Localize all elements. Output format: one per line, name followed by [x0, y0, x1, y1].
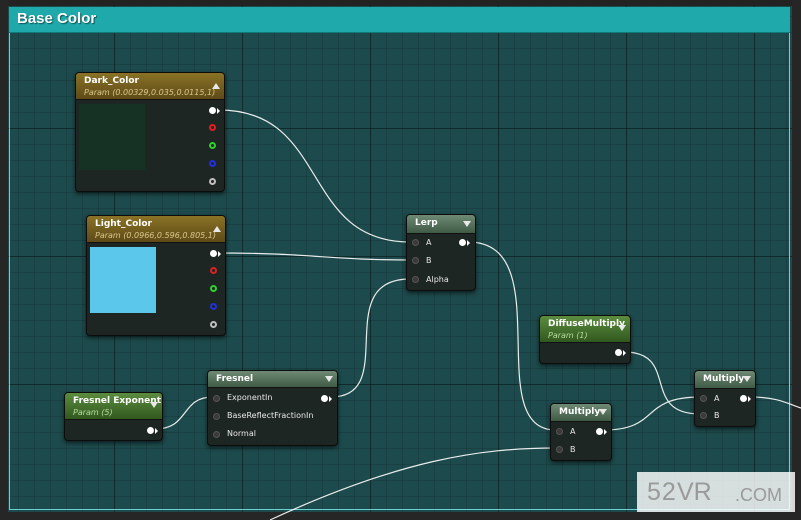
pin-label: BaseReflectFractionIn [227, 411, 314, 420]
output-pin-g[interactable] [209, 142, 216, 149]
node-diffuse-multiply[interactable]: DiffuseMultiply Param (1) [539, 315, 631, 364]
node-subtitle: Param (5) [73, 408, 113, 417]
node-header[interactable]: Multiply [551, 404, 611, 422]
output-pin-arrow-icon [467, 240, 470, 246]
node-title: Fresnel Exponent [73, 396, 162, 406]
node-multiply-1[interactable]: Multiply A B [550, 403, 612, 461]
wire-fresnel-exponent-to-fresnel [154, 396, 214, 430]
output-pin[interactable] [147, 427, 154, 434]
node-subtitle: Param (0.00329,0.035,0.0115,1) [84, 88, 216, 97]
output-pin-rgb[interactable] [210, 250, 217, 257]
node-header[interactable]: Fresnel Exponent Param (5) [65, 393, 162, 420]
dropdown-arrow-icon[interactable] [150, 402, 158, 408]
node-lerp[interactable]: Lerp A B Alpha [406, 214, 476, 291]
pin-label: B [570, 445, 576, 454]
dropdown-arrow-icon[interactable] [463, 221, 471, 227]
node-dark-color[interactable]: Dark_Color Param (0.00329,0.035,0.0115,1… [75, 72, 225, 192]
dropdown-arrow-icon[interactable] [599, 409, 607, 415]
pin-label: A [426, 238, 432, 247]
node-title: Fresnel [216, 374, 254, 384]
output-pin-arrow-icon [748, 396, 751, 402]
input-pin-alpha[interactable] [412, 276, 419, 283]
output-pin-a[interactable] [210, 321, 217, 328]
output-pin-g[interactable] [210, 285, 217, 292]
node-title: DiffuseMultiply [548, 319, 625, 329]
wire-light-color-to-lerp-b [218, 252, 411, 261]
output-pin-b[interactable] [209, 160, 216, 167]
output-pin-arrow-icon [217, 108, 220, 114]
pin-label: B [426, 256, 432, 265]
node-multiply-2[interactable]: Multiply A B [694, 370, 756, 427]
node-fresnel-exponent[interactable]: Fresnel Exponent Param (5) [64, 392, 163, 441]
collapse-arrow-icon[interactable] [213, 226, 221, 232]
pin-label: Normal [227, 429, 256, 438]
output-pin-arrow-icon [329, 396, 332, 402]
node-header[interactable]: Dark_Color Param (0.00329,0.035,0.0115,1… [76, 73, 224, 100]
output-pin-r[interactable] [210, 267, 217, 274]
node-header[interactable]: Multiply [695, 371, 755, 389]
input-pin-b[interactable] [700, 412, 707, 419]
node-title: Light_Color [95, 219, 152, 229]
watermark-com: .COM [735, 485, 782, 505]
dropdown-arrow-icon[interactable] [618, 325, 626, 331]
color-swatch [79, 104, 145, 170]
node-header[interactable]: Light_Color Param (0.0966,0.596,0.805,1) [87, 216, 225, 243]
watermark: 52 VR .COM [637, 472, 795, 512]
output-pin-rgb[interactable] [209, 107, 216, 114]
wire-dark-color-to-lerp-a [218, 109, 411, 243]
color-swatch [90, 247, 156, 313]
output-pin-r[interactable] [209, 124, 216, 131]
node-light-color[interactable]: Light_Color Param (0.0966,0.596,0.805,1) [86, 215, 226, 336]
output-pin-arrow-icon [155, 428, 158, 434]
input-pin-b[interactable] [412, 257, 419, 264]
output-pin[interactable] [596, 428, 603, 435]
output-pin-arrow-icon [604, 429, 607, 435]
input-pin-normal[interactable] [213, 431, 220, 438]
node-subtitle: Param (1) [548, 331, 588, 340]
input-pin-a[interactable] [412, 239, 419, 246]
pin-label: Alpha [426, 275, 449, 284]
node-header[interactable]: Fresnel [208, 371, 337, 388]
wire-offscreen-to-multiply-b [269, 447, 557, 520]
node-title: Multiply [559, 407, 601, 417]
pin-label: B [714, 411, 720, 420]
input-pin-exponent[interactable] [213, 395, 220, 402]
node-fresnel[interactable]: Fresnel ExponentIn BaseReflectFractionIn… [207, 370, 338, 446]
node-title: Lerp [415, 218, 438, 228]
pin-label: ExponentIn [227, 393, 273, 402]
wire-fresnel-to-lerp-alpha [330, 278, 411, 398]
collapse-arrow-icon[interactable] [212, 83, 220, 89]
dropdown-arrow-icon[interactable] [743, 376, 751, 382]
input-pin-b[interactable] [556, 446, 563, 453]
output-pin-arrow-icon [623, 350, 626, 356]
dropdown-arrow-icon[interactable] [325, 376, 333, 382]
output-pin[interactable] [459, 239, 466, 246]
input-pin-a[interactable] [700, 395, 707, 402]
node-header[interactable]: Lerp [407, 215, 475, 234]
pin-label: A [570, 427, 576, 436]
watermark-num: 52 [647, 478, 677, 506]
output-pin-arrow-icon [218, 251, 221, 257]
output-pin-a[interactable] [209, 178, 216, 185]
output-pin[interactable] [321, 395, 328, 402]
node-subtitle: Param (0.0966,0.596,0.805,1) [95, 231, 217, 240]
pin-label: A [714, 394, 720, 403]
watermark-vr: VR [677, 478, 712, 506]
output-pin-b[interactable] [210, 303, 217, 310]
wire-multiply-to-multiply-a [603, 396, 701, 431]
output-pin[interactable] [740, 395, 747, 402]
input-pin-base-reflect[interactable] [213, 413, 220, 420]
input-pin-a[interactable] [556, 428, 563, 435]
node-title: Multiply [703, 374, 745, 384]
wire-multiply-output [749, 396, 801, 409]
node-header[interactable]: DiffuseMultiply Param (1) [540, 316, 630, 343]
node-title: Dark_Color [84, 76, 139, 86]
output-pin[interactable] [615, 349, 622, 356]
